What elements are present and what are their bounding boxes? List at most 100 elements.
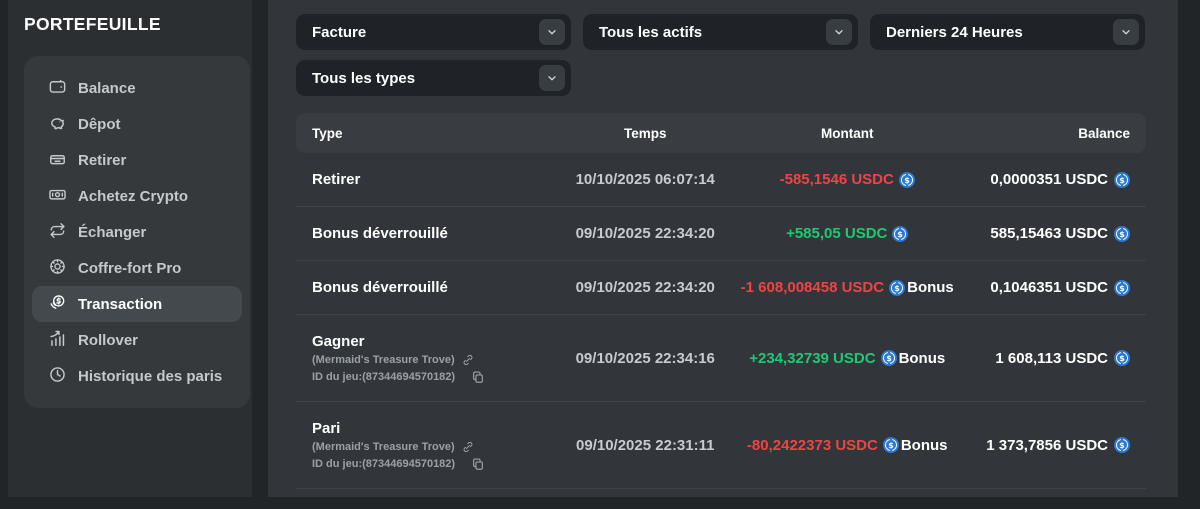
amount-value: -80,2422373 USDC: [747, 437, 878, 454]
game-id: ID du jeu:(87344694570182): [312, 371, 455, 383]
wallet-page: PORTEFEUILLE Balance Dêpot Retirer Achet…: [8, 0, 1178, 497]
transaction-amount: -585,1546 USDC: [736, 171, 958, 188]
game-id: ID du jeu:(87344694570182): [312, 458, 455, 470]
table-row: Retirer 10/10/2025 06:07:14 -585,1546 US…: [296, 153, 1146, 207]
page-title: PORTEFEUILLE: [8, 14, 252, 35]
asset-dropdown[interactable]: Tous les actifs: [583, 14, 858, 50]
usdc-coin-icon: [1114, 437, 1130, 453]
bonus-tag: Bonus: [899, 350, 946, 367]
transaction-time: 09/10/2025 22:34:20: [554, 279, 736, 296]
sidebar-item-label: Balance: [78, 80, 136, 97]
transaction-time: 10/10/2025 06:07:14: [554, 171, 736, 188]
usdc-coin-icon: [892, 226, 908, 242]
transaction-balance: 1 608,113 USDC: [958, 350, 1130, 367]
transaction-type: Bonus déverrouillé: [312, 225, 554, 242]
transaction-time: 09/10/2025 22:34:16: [554, 350, 736, 367]
sidebar-item-label: Transaction: [78, 296, 162, 313]
sidebar-item-label: Rollover: [78, 332, 138, 349]
amount-value: +585,05 USDC: [786, 225, 887, 242]
period-dropdown[interactable]: Derniers 24 Heures: [870, 14, 1145, 50]
usdc-coin-icon: [1114, 280, 1130, 296]
copy-icon[interactable]: [471, 370, 485, 384]
bar-chart-icon: [48, 329, 67, 352]
balance-value: 0,1046351 USDC: [990, 279, 1108, 296]
sidebar-item-rollover[interactable]: Rollover: [32, 322, 242, 358]
table-row: Pari (Mermaid's Treasure Trove) ID du je…: [296, 402, 1146, 489]
sidebar-item-retirer[interactable]: Retirer: [32, 142, 242, 178]
bill-type-value: Facture: [312, 24, 366, 41]
usdc-coin-icon: [883, 437, 899, 453]
transaction-time: 09/10/2025 22:31:11: [554, 437, 736, 454]
transactions-panel: Facture Tous les actifs Derniers 24 Heur…: [268, 0, 1178, 497]
usdc-coin-icon: [899, 172, 915, 188]
amount-value: -1 608,008458 USDC: [741, 279, 884, 296]
amount-value: -585,1546 USDC: [780, 171, 894, 188]
table-header: Type Temps Montant Balance: [296, 113, 1146, 153]
clock-icon: [48, 365, 67, 388]
sidebar-item-balance[interactable]: Balance: [32, 70, 242, 106]
transaction-type: Pari: [312, 420, 554, 437]
chevron-down-icon[interactable]: [539, 19, 565, 45]
sidebar-item-label: Échanger: [78, 224, 146, 241]
transaction-balance: 0,0000351 USDC: [958, 171, 1130, 188]
sidebar-item-label: Achetez Crypto: [78, 188, 188, 205]
coin-icon: [48, 293, 67, 316]
vault-icon: [48, 257, 67, 280]
transaction-balance: 0,1046351 USDC: [958, 279, 1130, 296]
chevron-down-icon[interactable]: [826, 19, 852, 45]
balance-value: 1 608,113 USDC: [995, 350, 1108, 367]
table-row: Bonus déverrouillé 09/10/2025 22:34:20 -…: [296, 261, 1146, 315]
sidebar: PORTEFEUILLE Balance Dêpot Retirer Achet…: [8, 0, 252, 497]
amount-value: +234,32739 USDC: [749, 350, 875, 367]
table-row: Gagner (Mermaid's Treasure Trove) ID du …: [296, 315, 1146, 402]
sidebar-item-achetez-crypto[interactable]: Achetez Crypto: [32, 178, 242, 214]
header-time: Temps: [554, 126, 736, 141]
withdraw-icon: [48, 149, 67, 172]
chevron-down-icon[interactable]: [539, 65, 565, 91]
sidebar-item-echanger[interactable]: Échanger: [32, 214, 242, 250]
game-name: (Mermaid's Treasure Trove): [312, 441, 455, 453]
copy-icon[interactable]: [471, 457, 485, 471]
link-icon[interactable]: [462, 441, 474, 453]
header-balance: Balance: [958, 126, 1130, 141]
sidebar-item-label: Historique des paris: [78, 368, 222, 385]
balance-value: 1 373,7856 USDC: [986, 437, 1108, 454]
sidebar-item-depot[interactable]: Dêpot: [32, 106, 242, 142]
usdc-coin-icon: [1114, 172, 1130, 188]
sidebar-item-historique-des-paris[interactable]: Historique des paris: [32, 358, 242, 394]
usdc-coin-icon: [889, 280, 905, 296]
sidebar-item-transaction[interactable]: Transaction: [32, 286, 242, 322]
transaction-amount: -1 608,008458 USDC Bonus: [736, 279, 958, 296]
link-icon[interactable]: [462, 354, 474, 366]
sidebar-item-label: Coffre-fort Pro: [78, 260, 181, 277]
type-dropdown[interactable]: Tous les types: [296, 60, 571, 96]
sidebar-menu: Balance Dêpot Retirer Achetez Crypto Éch…: [24, 56, 250, 408]
balance-value: 0,0000351 USDC: [990, 171, 1108, 188]
piggy-bank-icon: [48, 113, 67, 136]
transaction-type: Retirer: [312, 171, 554, 188]
header-type: Type: [312, 126, 554, 141]
sidebar-item-label: Retirer: [78, 152, 126, 169]
transaction-balance: 1 373,7856 USDC: [958, 437, 1130, 454]
transaction-amount: +585,05 USDC: [736, 225, 958, 242]
type-value: Tous les types: [312, 70, 415, 87]
wallet-icon: [48, 77, 67, 100]
usdc-coin-icon: [1114, 350, 1130, 366]
asset-value: Tous les actifs: [599, 24, 702, 41]
usdc-coin-icon: [1114, 226, 1130, 242]
chevron-down-icon[interactable]: [1113, 19, 1139, 45]
transaction-type: Gagner: [312, 333, 554, 350]
table-row: Bonus déverrouillé 09/10/2025 22:34:20 +…: [296, 207, 1146, 261]
transaction-amount: -80,2422373 USDC Bonus: [736, 437, 958, 454]
bill-type-dropdown[interactable]: Facture: [296, 14, 571, 50]
transaction-type: Bonus déverrouillé: [312, 279, 554, 296]
transaction-time: 09/10/2025 22:34:20: [554, 225, 736, 242]
game-name: (Mermaid's Treasure Trove): [312, 354, 455, 366]
sidebar-item-coffre-fort-pro[interactable]: Coffre-fort Pro: [32, 250, 242, 286]
period-value: Derniers 24 Heures: [886, 24, 1023, 41]
transaction-amount: +234,32739 USDC Bonus: [736, 350, 958, 367]
sidebar-item-label: Dêpot: [78, 116, 121, 133]
transaction-balance: 585,15463 USDC: [958, 225, 1130, 242]
bonus-tag: Bonus: [901, 437, 948, 454]
balance-value: 585,15463 USDC: [990, 225, 1108, 242]
